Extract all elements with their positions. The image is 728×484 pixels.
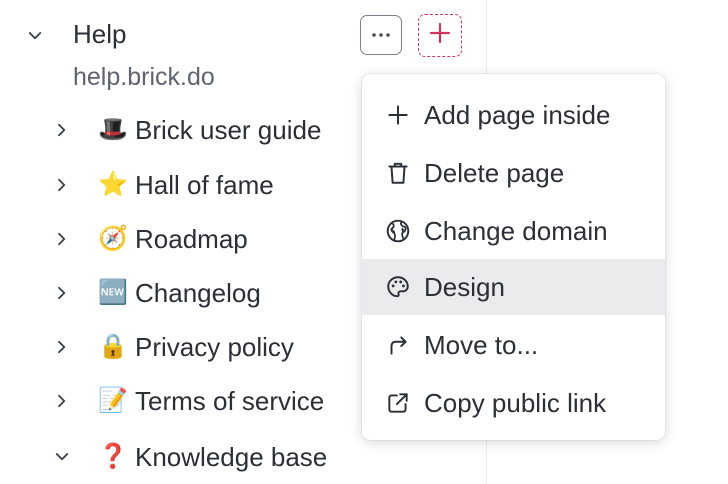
menu-item-design[interactable]: Design (362, 259, 665, 315)
chevron-right-icon[interactable] (50, 389, 74, 413)
menu-item-label: Add page inside (424, 99, 611, 130)
chevron-right-icon[interactable] (50, 335, 74, 359)
chevron-down-icon[interactable] (50, 445, 74, 469)
sidebar-item-label[interactable]: Terms of service (135, 386, 324, 417)
memo-icon: 📝 (98, 387, 128, 414)
palette-icon (384, 273, 412, 301)
chevron-down-icon[interactable] (23, 24, 47, 48)
compass-icon: 🧭 (98, 225, 128, 252)
menu-item-change-domain[interactable]: Change domain (362, 203, 665, 259)
external-link-icon (384, 389, 412, 417)
menu-item-move-to[interactable]: Move to... (362, 317, 665, 373)
ellipsis-icon (370, 26, 392, 44)
sidebar-item-label[interactable]: Hall of fame (135, 170, 274, 201)
globe-icon (384, 217, 412, 245)
more-options-button[interactable] (360, 15, 402, 55)
sidebar-item-label[interactable]: Roadmap (135, 224, 248, 255)
sidebar-item-label[interactable]: Privacy policy (135, 332, 294, 363)
trash-icon (384, 159, 412, 187)
chevron-right-icon[interactable] (50, 227, 74, 251)
sidebar-item-label[interactable]: Brick user guide (135, 115, 321, 146)
page-title[interactable]: Help (73, 19, 126, 50)
menu-item-label: Move to... (424, 329, 539, 360)
plus-icon (384, 101, 412, 129)
menu-item-add-page-inside[interactable]: Add page inside (362, 87, 665, 143)
sidebar-item-label[interactable]: Changelog (135, 278, 261, 309)
chevron-right-icon[interactable] (50, 173, 74, 197)
chevron-right-icon[interactable] (50, 118, 74, 142)
menu-item-delete-page[interactable]: Delete page (362, 145, 665, 201)
star-icon: ⭐ (98, 171, 128, 198)
add-page-button[interactable] (418, 14, 462, 57)
context-menu: Add page inside Delete page Change domai… (362, 74, 665, 440)
new-badge-icon: 🆕 (98, 279, 128, 306)
question-mark-icon: ❓ (98, 443, 128, 470)
top-hat-icon: 🎩 (98, 116, 128, 143)
chevron-right-icon[interactable] (50, 281, 74, 305)
menu-item-label: Delete page (424, 157, 565, 188)
lock-icon: 🔒 (98, 333, 128, 360)
menu-item-label: Design (424, 271, 505, 302)
menu-item-label: Change domain (424, 215, 608, 246)
plus-icon (428, 21, 452, 50)
menu-item-copy-public-link[interactable]: Copy public link (362, 375, 665, 431)
sidebar-item-label[interactable]: Knowledge base (135, 442, 327, 473)
menu-item-label: Copy public link (424, 387, 607, 418)
page-domain: help.brick.do (73, 63, 215, 91)
arrow-forward-icon (384, 331, 412, 359)
